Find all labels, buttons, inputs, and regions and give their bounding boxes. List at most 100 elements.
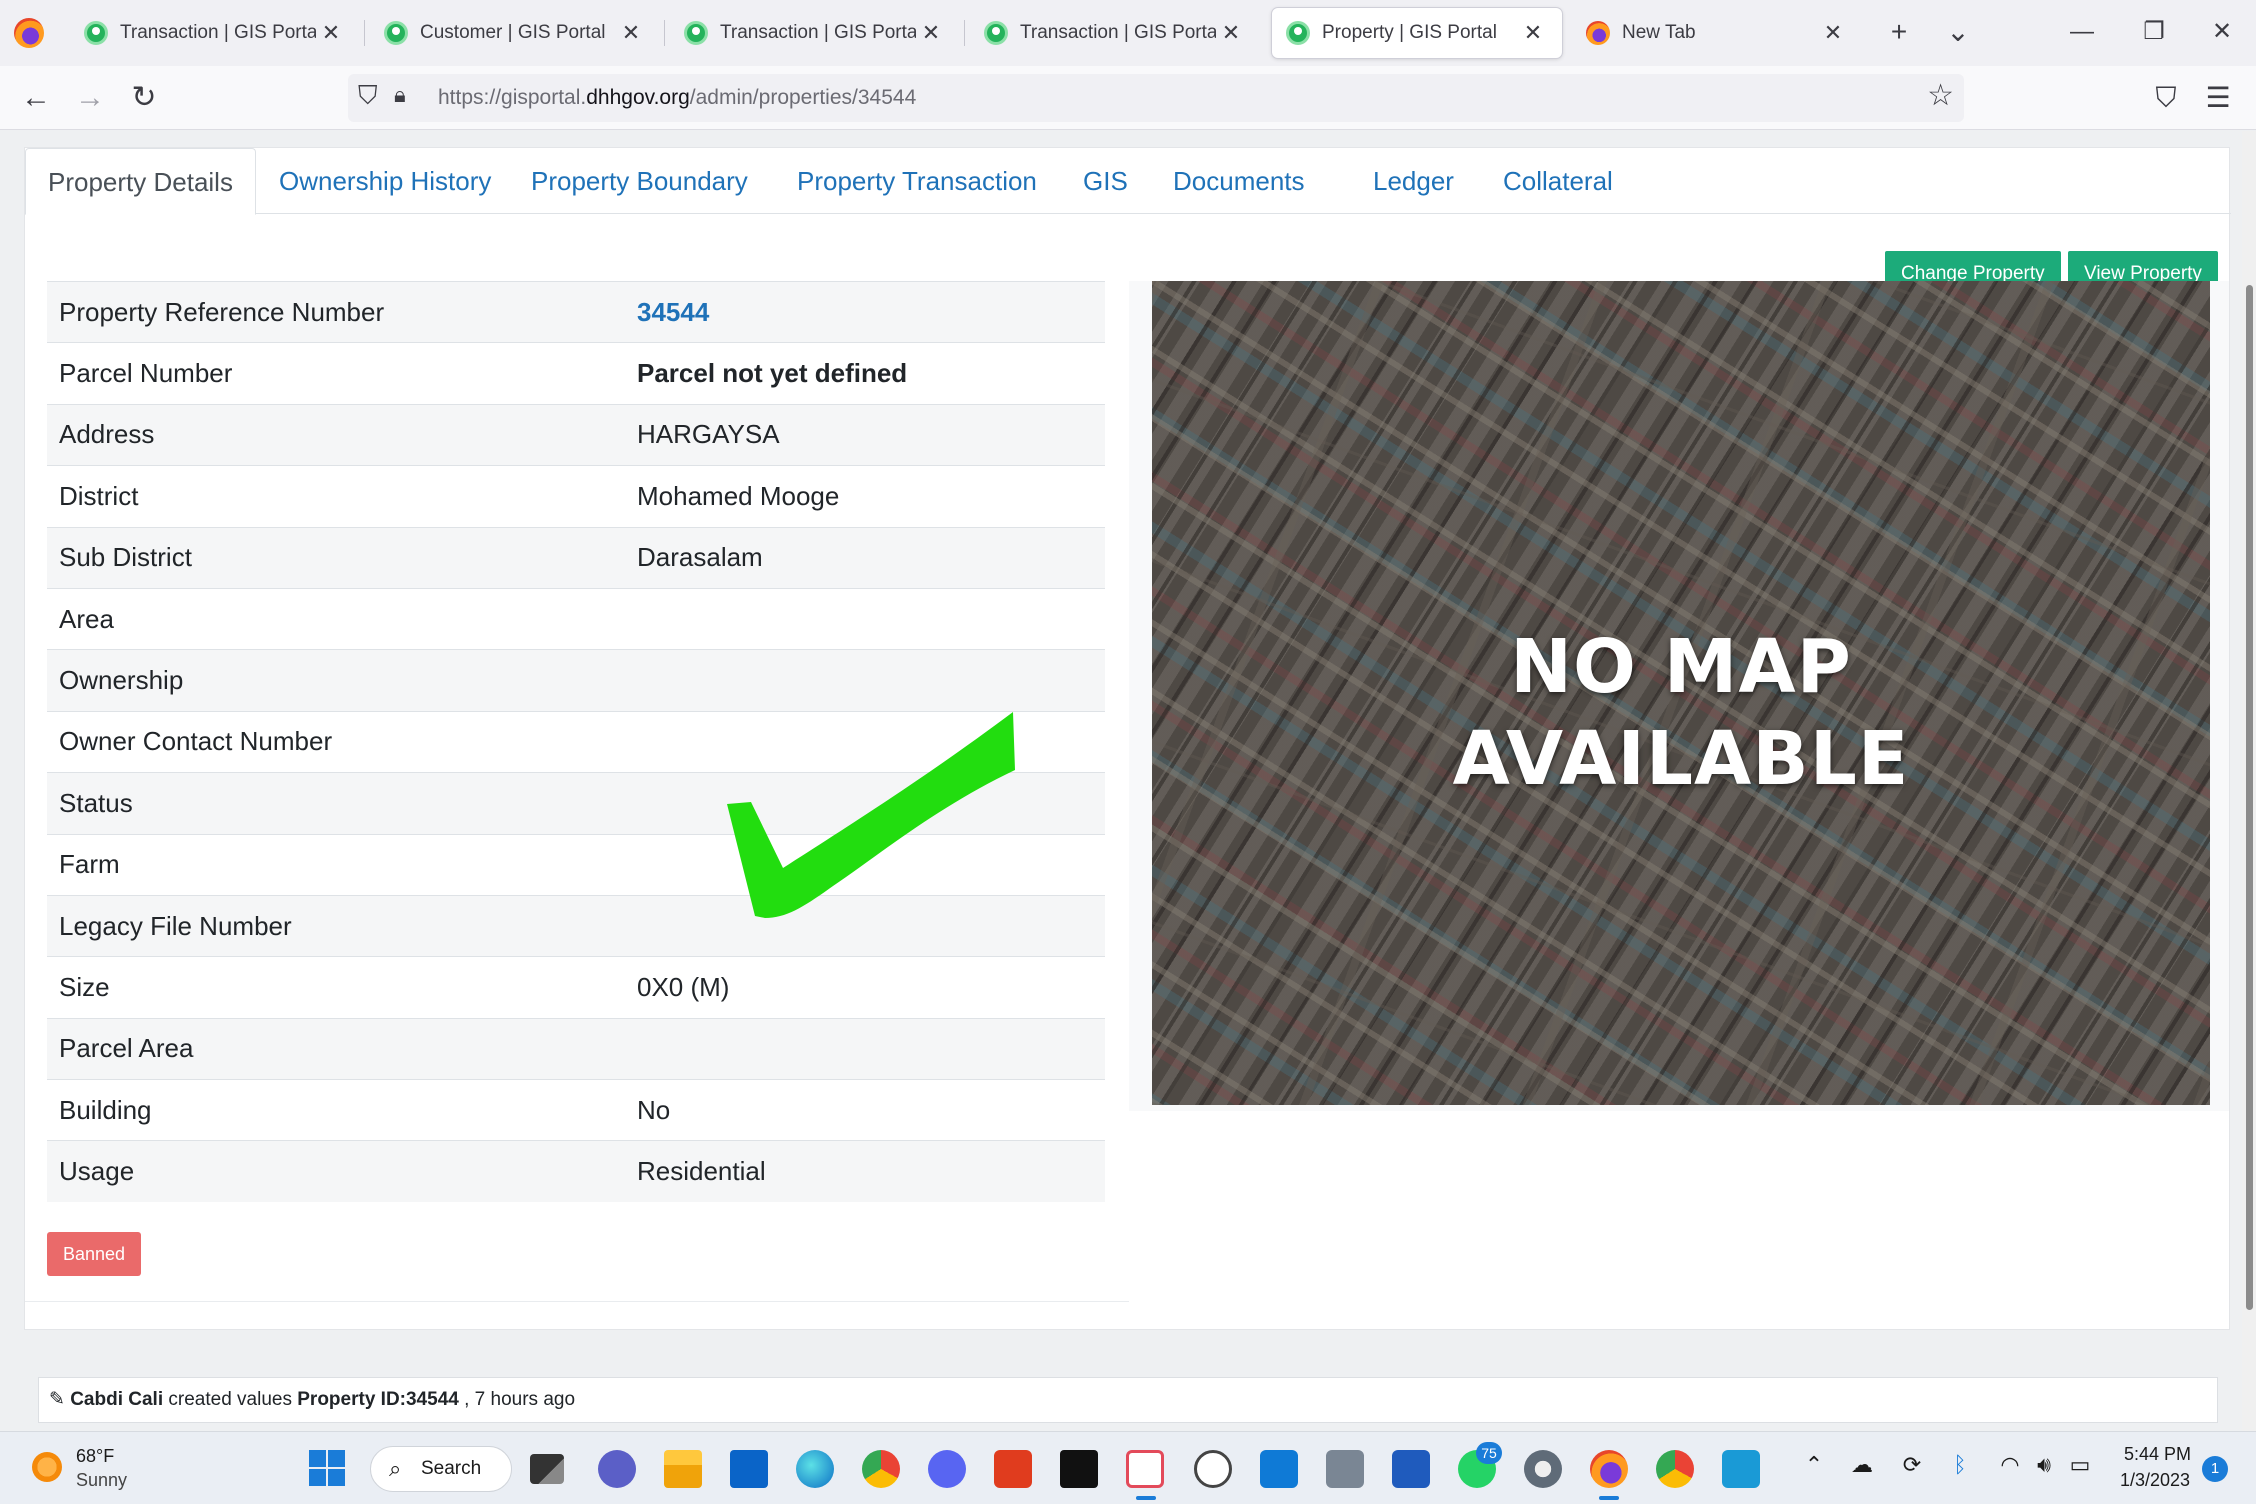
gis-portal-icon bbox=[384, 21, 408, 45]
detail-value[interactable]: 34544 bbox=[625, 280, 1105, 343]
onedrive-icon[interactable]: ☁ bbox=[1846, 1452, 1878, 1478]
page-content: Property Details Ownership History Prope… bbox=[0, 131, 2256, 1431]
edge-icon[interactable] bbox=[796, 1450, 834, 1488]
detail-label: Building bbox=[47, 1079, 625, 1141]
pocket-icon[interactable]: ⛉ bbox=[2144, 76, 2188, 120]
detail-row: Parcel Number Parcel not yet defined bbox=[47, 342, 1105, 405]
gis-portal-icon bbox=[1286, 21, 1310, 45]
bluetooth-icon[interactable]: ᛒ bbox=[1944, 1452, 1976, 1478]
detail-value: No bbox=[625, 1079, 1105, 1141]
browser-nav-bar: ← → ↻ ⛉ 🔒︎ https://gisportal.dhhgov.org/… bbox=[0, 66, 2256, 130]
weather-temperature[interactable]: 68°F bbox=[76, 1446, 114, 1467]
tracking-shield-icon[interactable]: ⛉ bbox=[358, 80, 378, 112]
bookmark-star-icon[interactable]: ☆ bbox=[1927, 78, 1954, 113]
weather-description[interactable]: Sunny bbox=[76, 1470, 127, 1491]
taskbar-search[interactable]: ⌕ Search bbox=[370, 1446, 512, 1492]
property-tabs: Property Details Ownership History Prope… bbox=[25, 148, 2231, 215]
close-icon[interactable]: ✕ bbox=[616, 20, 646, 46]
calculator-icon[interactable] bbox=[1326, 1450, 1364, 1488]
browser-tab-active[interactable]: Property | GIS Portal ✕ bbox=[1272, 8, 1562, 58]
reload-icon[interactable]: ↻ bbox=[122, 76, 166, 120]
tab-gis[interactable]: GIS bbox=[1061, 148, 1150, 215]
close-icon[interactable]: ✕ bbox=[316, 20, 346, 46]
browser-tab-6[interactable]: New Tab ✕ bbox=[1572, 8, 1862, 58]
windows-start-icon[interactable] bbox=[309, 1450, 345, 1486]
vscode-icon[interactable] bbox=[1260, 1450, 1298, 1488]
settings-icon[interactable] bbox=[1524, 1450, 1562, 1488]
banned-button[interactable]: Banned bbox=[47, 1232, 142, 1276]
restore-icon[interactable]: ❐ bbox=[2126, 14, 2182, 50]
detail-row: Area bbox=[47, 587, 1105, 650]
close-icon[interactable]: ✕ bbox=[916, 20, 946, 46]
office-icon[interactable] bbox=[994, 1450, 1032, 1488]
tab-property-boundary[interactable]: Property Boundary bbox=[509, 148, 770, 215]
volume-icon[interactable]: 🔊︎ bbox=[2028, 1452, 2060, 1478]
gis-portal-icon bbox=[84, 21, 108, 45]
discord-icon[interactable] bbox=[928, 1450, 966, 1488]
close-icon[interactable]: ✕ bbox=[1216, 20, 1246, 46]
url-bar[interactable]: ⛉ 🔒︎ https://gisportal.dhhgov.org/admin/… bbox=[348, 74, 1964, 122]
teams-chat-icon[interactable] bbox=[598, 1450, 636, 1488]
browser-tab-2[interactable]: Customer | GIS Portal ✕ bbox=[370, 8, 660, 58]
browser-tab-3[interactable]: Transaction | GIS Portal ✕ bbox=[670, 8, 960, 58]
detail-row: Parcel Area bbox=[47, 1017, 1105, 1080]
firefox-icon[interactable] bbox=[1590, 1450, 1628, 1488]
activity-log-entry: ✎ Cabdi Cali created values Property ID:… bbox=[38, 1377, 2218, 1423]
taskbar-time[interactable]: 5:44 PM bbox=[2124, 1444, 2191, 1465]
whatsapp-badge: 75 bbox=[1476, 1442, 1502, 1464]
tab-property-details[interactable]: Property Details bbox=[25, 148, 256, 215]
back-arrow-icon[interactable]: ← bbox=[14, 76, 58, 120]
detail-label: Status bbox=[47, 772, 625, 835]
battery-icon[interactable]: ▭ bbox=[2064, 1452, 2096, 1478]
detail-row: Property Reference Number 34544 bbox=[47, 280, 1105, 343]
firefox-icon bbox=[1586, 21, 1610, 45]
detail-row: Sub District Darasalam bbox=[47, 526, 1105, 589]
list-all-tabs-button[interactable]: ⌄ bbox=[1938, 14, 1978, 50]
mail-icon[interactable] bbox=[730, 1450, 768, 1488]
scrollbar-thumb[interactable] bbox=[2246, 285, 2253, 1310]
firefox-menu-icon[interactable] bbox=[14, 18, 44, 48]
tab-property-transaction[interactable]: Property Transaction bbox=[775, 148, 1059, 215]
pycharm-icon[interactable] bbox=[1060, 1450, 1098, 1488]
word-icon[interactable] bbox=[1392, 1450, 1430, 1488]
minimize-icon[interactable]: — bbox=[2054, 14, 2110, 50]
notification-badge[interactable]: 1 bbox=[2202, 1456, 2228, 1482]
tab-documents[interactable]: Documents bbox=[1151, 148, 1327, 215]
notepad-icon[interactable] bbox=[1722, 1450, 1760, 1488]
tab-collateral[interactable]: Collateral bbox=[1481, 148, 1635, 215]
sync-icon[interactable]: ⟳ bbox=[1896, 1452, 1928, 1478]
tab-title: Customer | GIS Portal bbox=[420, 22, 606, 43]
tab-ledger[interactable]: Ledger bbox=[1351, 148, 1476, 215]
chrome-icon[interactable] bbox=[862, 1450, 900, 1488]
detail-label: Parcel Number bbox=[47, 342, 625, 405]
tab-ownership-history[interactable]: Ownership History bbox=[257, 148, 513, 215]
browser-tab-1[interactable]: Transaction | GIS Portal ✕ bbox=[70, 8, 360, 58]
tab-title: New Tab bbox=[1622, 22, 1696, 43]
url-text[interactable]: https://gisportal.dhhgov.org/admin/prope… bbox=[438, 86, 916, 110]
file-explorer-icon[interactable] bbox=[664, 1450, 702, 1488]
browser-tab-strip: Transaction | GIS Portal ✕ Customer | GI… bbox=[0, 0, 2256, 66]
detail-value: Mohamed Mooge bbox=[625, 465, 1105, 528]
sun-icon[interactable] bbox=[32, 1452, 62, 1482]
clock-icon[interactable] bbox=[1194, 1450, 1232, 1488]
hamburger-menu-icon[interactable]: ☰ bbox=[2196, 76, 2240, 120]
lock-icon[interactable]: 🔒︎ bbox=[394, 82, 406, 108]
snipping-tool-icon[interactable] bbox=[1126, 1450, 1164, 1488]
forward-arrow-icon[interactable]: → bbox=[68, 76, 112, 120]
close-icon[interactable]: ✕ bbox=[1818, 20, 1848, 46]
detail-value bbox=[625, 1017, 1105, 1080]
activity-user: Cabdi Cali bbox=[70, 1389, 164, 1410]
task-view-icon[interactable] bbox=[530, 1454, 564, 1484]
browser-tab-4[interactable]: Transaction | GIS Portal ✕ bbox=[970, 8, 1260, 58]
detail-label: Address bbox=[47, 403, 625, 466]
close-window-icon[interactable]: ✕ bbox=[2194, 14, 2250, 50]
wifi-icon[interactable]: ◠ bbox=[1994, 1452, 2026, 1478]
taskbar-date[interactable]: 1/3/2023 bbox=[2120, 1470, 2190, 1491]
chevron-up-icon[interactable]: ⌃ bbox=[1798, 1452, 1830, 1478]
chrome-profile-icon[interactable] bbox=[1656, 1450, 1694, 1488]
detail-label: District bbox=[47, 465, 625, 528]
close-icon[interactable]: ✕ bbox=[1518, 20, 1548, 46]
new-tab-button[interactable]: + bbox=[1879, 14, 1919, 50]
detail-value: Residential bbox=[625, 1140, 1105, 1203]
detail-label: Sub District bbox=[47, 526, 625, 589]
